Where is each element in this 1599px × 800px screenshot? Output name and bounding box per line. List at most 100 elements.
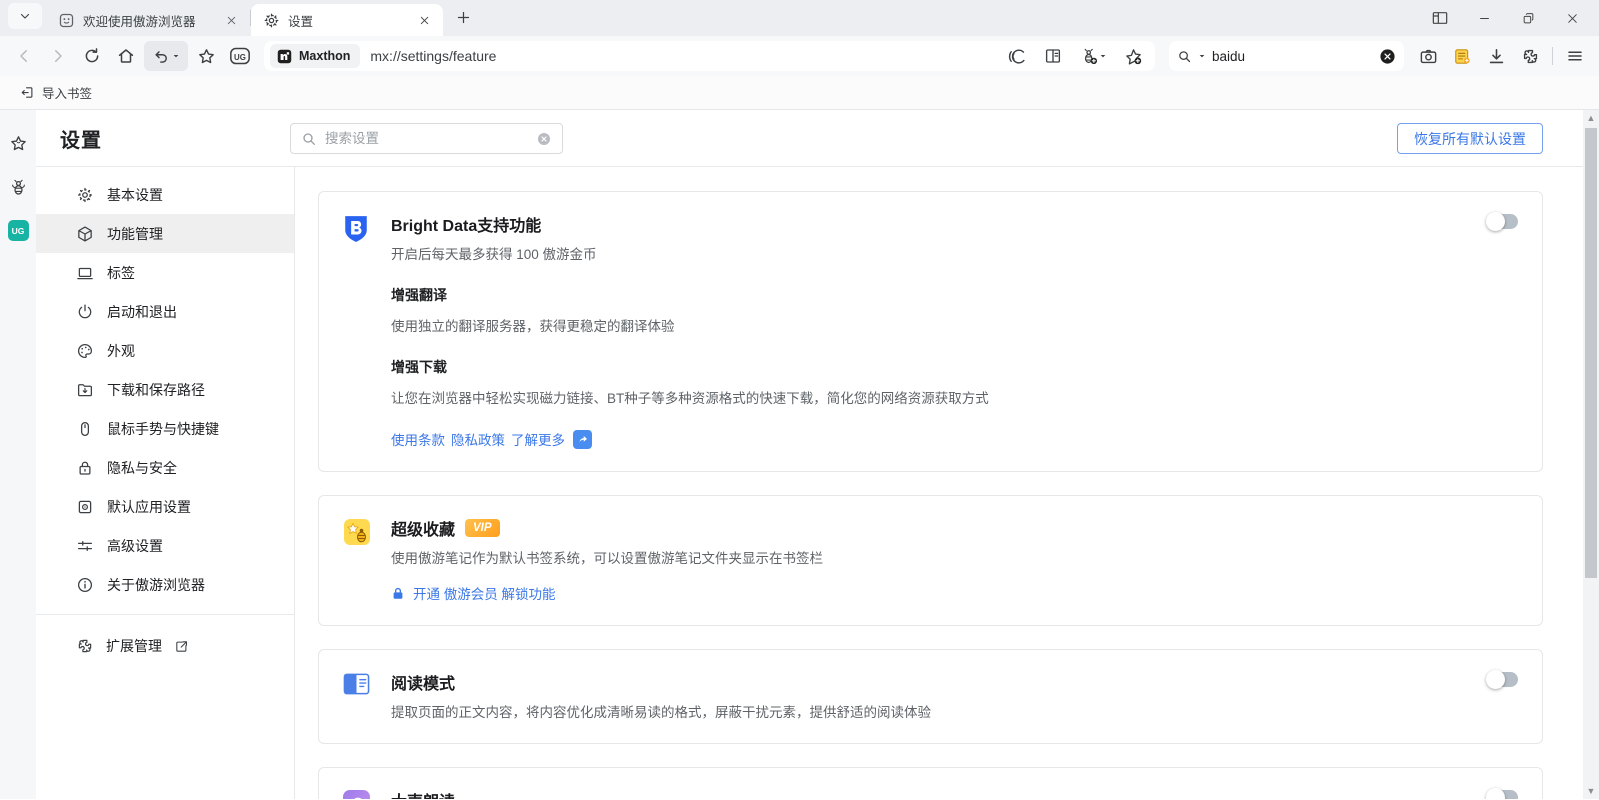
import-bookmarks-button[interactable]: 导入书签	[12, 79, 100, 106]
clear-icon[interactable]	[536, 131, 552, 147]
sidebar-item-label: 扩展管理	[106, 636, 162, 656]
tab-close-button[interactable]	[222, 11, 240, 29]
bright-data-toggle[interactable]	[1488, 214, 1518, 229]
reload-button[interactable]	[76, 41, 108, 71]
chevron-down-icon	[172, 52, 180, 60]
settings-search-box[interactable]	[290, 123, 563, 154]
maxnote-icon	[1453, 47, 1472, 66]
downloads-button[interactable]	[1480, 41, 1512, 71]
tab-label: 欢迎使用傲游浏览器	[83, 11, 214, 30]
ug-badge-icon: UG	[229, 46, 251, 66]
close-window-button[interactable]	[1553, 3, 1591, 33]
read-aloud-button[interactable]	[1001, 41, 1033, 71]
learn-more-link[interactable]: 了解更多	[511, 429, 565, 449]
sidebar-item-default-apps[interactable]: 默认应用设置	[36, 487, 294, 526]
undo-icon	[153, 48, 170, 65]
svg-text:UG: UG	[234, 53, 246, 62]
favorites-panel-button[interactable]	[7, 132, 29, 154]
favorites-star-icon	[9, 134, 28, 153]
card-subtitle: 开启后每天最多获得 100 傲游金币	[391, 243, 1518, 263]
card-description: 使用傲游笔记作为默认书签系统，可以设置傲游笔记文件夹显示在书签栏	[391, 547, 1518, 567]
tab-welcome[interactable]: 欢迎使用傲游浏览器	[46, 4, 250, 36]
reader-mode-icon	[1044, 47, 1062, 65]
privacy-link[interactable]: 隐私政策	[451, 429, 505, 449]
scroll-down-arrow[interactable]: ▼	[1583, 783, 1599, 799]
card-title: 超级收藏	[391, 516, 455, 540]
menu-button[interactable]	[1559, 41, 1591, 71]
site-identity-chip[interactable]: Maxthon	[270, 44, 360, 68]
undo-close-tab-button[interactable]	[144, 41, 188, 71]
sidebar-item-appearance[interactable]: 外观	[36, 331, 294, 370]
maxthon-logo-icon	[276, 48, 293, 65]
star-icon	[197, 47, 216, 66]
scroll-up-arrow[interactable]: ▲	[1583, 110, 1599, 126]
sidebar-item-label: 下载和保存路径	[107, 380, 205, 400]
sidebar-item-label: 启动和退出	[107, 302, 177, 322]
sidebar-item-about[interactable]: 关于傲游浏览器	[36, 565, 294, 604]
bright-data-logo-icon	[343, 212, 373, 449]
read-aloud-icon	[1008, 47, 1027, 66]
read-aloud-toggle[interactable]	[1488, 790, 1518, 799]
import-bookmarks-label: 导入书签	[42, 83, 92, 102]
tab-list-chevron-button[interactable]	[8, 3, 42, 29]
sidebar-item-privacy-security[interactable]: 隐私与安全	[36, 448, 294, 487]
tab-close-button[interactable]	[415, 11, 433, 29]
tab-label: 设置	[288, 11, 407, 30]
maxnote-panel-button[interactable]	[7, 176, 29, 198]
scrollbar-thumb[interactable]	[1585, 128, 1597, 578]
terms-link[interactable]: 使用条款	[391, 429, 445, 449]
tab-settings[interactable]: 设置	[251, 4, 443, 36]
maxthon-welcome-smiley-icon	[58, 12, 75, 29]
read-aloud-feature-icon	[343, 788, 373, 799]
reading-mode-toggle[interactable]	[1488, 672, 1518, 687]
browser-toolbar: UG Maxthon mx://settings/feature	[0, 36, 1599, 76]
sidebar-item-tabs[interactable]: 标签	[36, 253, 294, 292]
unlock-vip-link[interactable]: 开通 傲游会员 解锁功能	[413, 583, 556, 603]
home-icon	[117, 47, 135, 65]
address-bar[interactable]: Maxthon mx://settings/feature	[264, 41, 1155, 71]
sidebar-item-label: 关于傲游浏览器	[107, 575, 205, 595]
settings-search-input[interactable]	[325, 131, 528, 146]
folder-download-icon	[76, 381, 94, 399]
home-button[interactable]	[110, 41, 142, 71]
sidebar-item-basic[interactable]: 基本设置	[36, 175, 294, 214]
vip-badge: VIP	[465, 519, 500, 537]
reader-mode-button[interactable]	[1037, 41, 1069, 71]
bee-icon	[9, 178, 28, 197]
screenshot-button[interactable]	[1412, 41, 1444, 71]
split-screen-button[interactable]	[1421, 3, 1459, 33]
sidebar-item-startup-exit[interactable]: 启动和退出	[36, 292, 294, 331]
ug-panel-button[interactable]: UG	[8, 220, 29, 241]
restore-button[interactable]	[1509, 3, 1547, 33]
add-bookmark-button[interactable]	[1117, 41, 1149, 71]
settings-header: 设置 恢复所有默认设置	[36, 110, 1599, 167]
clear-search-icon[interactable]	[1379, 48, 1396, 65]
forward-button[interactable]	[42, 41, 74, 71]
sidebar-item-label: 功能管理	[107, 224, 163, 244]
bee-services-button[interactable]	[1073, 41, 1113, 71]
extensions-button[interactable]	[1514, 41, 1546, 71]
sidebar-item-downloads-path[interactable]: 下载和保存路径	[36, 370, 294, 409]
close-icon	[226, 15, 237, 26]
card-read-aloud: 大声朗读 可以将网页内容转换成语音播放，帮助用户以听觉方式获取信息	[318, 767, 1543, 799]
minimize-button[interactable]	[1465, 3, 1503, 33]
sidebar-item-advanced[interactable]: 高级设置	[36, 526, 294, 565]
sidebar-item-features[interactable]: 功能管理	[36, 214, 294, 253]
toolbar-search-box[interactable]	[1169, 41, 1404, 71]
back-button[interactable]	[8, 41, 40, 71]
sidebar-divider	[36, 614, 294, 615]
ug-toolbar-button[interactable]: UG	[224, 41, 256, 71]
hamburger-menu-icon	[1566, 47, 1584, 65]
vertical-scrollbar[interactable]: ▲ ▼	[1583, 110, 1599, 799]
restore-defaults-button[interactable]: 恢复所有默认设置	[1397, 123, 1543, 154]
maxnote-button[interactable]	[1446, 41, 1478, 71]
sidebar-item-extensions[interactable]: 扩展管理	[36, 625, 294, 667]
external-share-button[interactable]	[573, 430, 592, 449]
url-text[interactable]: mx://settings/feature	[370, 48, 1001, 64]
chevron-down-icon	[1198, 52, 1206, 60]
new-tab-button[interactable]	[449, 3, 477, 31]
app-window-icon	[76, 498, 94, 516]
bookmark-star-button[interactable]	[190, 41, 222, 71]
search-input[interactable]	[1212, 49, 1373, 64]
sidebar-item-mouse-shortcuts[interactable]: 鼠标手势与快捷键	[36, 409, 294, 448]
